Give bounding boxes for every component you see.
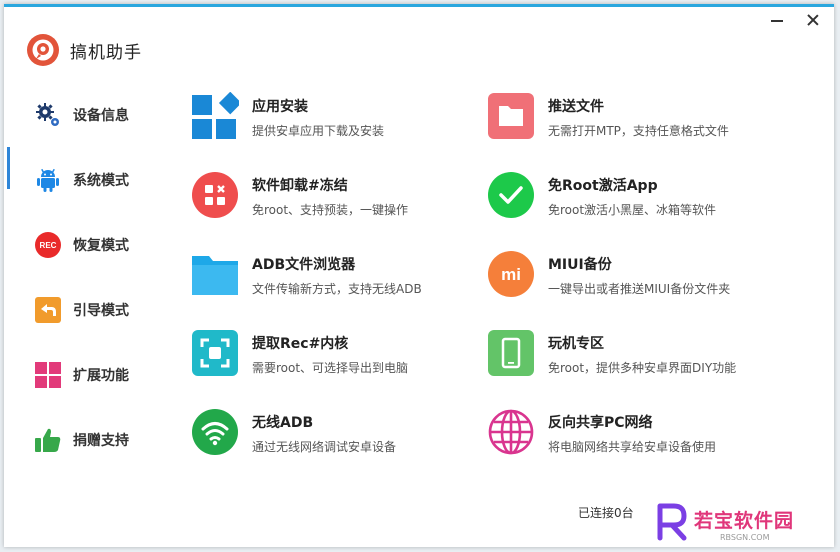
window-controls [770,13,820,27]
feature-reverse-tether[interactable]: 反向共享PC网络 将电脑网络共享给安卓设备使用 [486,407,776,467]
feature-desc: 免root，提供多种安卓界面DIY功能 [548,361,737,375]
feature-miui-backup[interactable]: mi MIUI备份 一键导出或者推送MIUI备份文件夹 [486,249,776,309]
sidebar-item-boot-mode[interactable]: 引导模式 [4,277,164,342]
sidebar-item-label: 引导模式 [73,302,129,319]
feature-title: 推送文件 [548,99,604,115]
feature-app-install[interactable]: 应用安装 提供安卓应用下载及安装 [190,91,480,151]
gear-icon [34,101,62,129]
thumbs-up-icon [34,426,62,454]
grid-icon [34,361,62,389]
feature-title: 提取Rec#内核 [252,336,349,352]
sidebar-item-label: 捐赠支持 [73,432,129,449]
feature-play-zone[interactable]: 玩机专区 免root，提供多种安卓界面DIY功能 [486,328,776,388]
file-browser-icon [190,249,240,299]
feature-desc: 提供安卓应用下载及安装 [252,124,385,138]
feature-adb-file-browser[interactable]: ADB文件浏览器 文件传输新方式，支持无线ADB [190,249,480,309]
feature-title: 无线ADB [252,415,314,431]
app-title: 搞机助手 [70,42,142,63]
feature-uninstall-freeze[interactable]: 软件卸载#冻结 免root、支持预装，一键操作 [190,170,480,230]
feature-desc: 无需打开MTP，支持任意格式文件 [548,124,729,138]
sidebar-item-system-mode[interactable]: 系统模式 [4,147,164,212]
feature-title: 反向共享PC网络 [548,415,653,431]
uninstall-icon [190,170,240,220]
watermark-logo-icon [657,503,687,541]
watermark: 若宝软件园 RBSGN.COM [656,502,826,544]
feature-desc: 通过无线网络调试安卓设备 [252,440,397,454]
feature-desc: 免root激活小黑屋、冰箱等软件 [548,203,717,217]
sidebar-item-label: 设备信息 [73,107,129,124]
app-install-icon [190,91,240,141]
feature-title: 软件卸载#冻结 [252,178,348,194]
feature-desc: 一键导出或者推送MIUI备份文件夹 [548,282,731,296]
connection-status: 已连接0台 [578,506,634,520]
wifi-icon [190,407,240,457]
rec-icon-text: REC [40,241,57,250]
watermark-sub: RBSGN.COM [720,533,770,542]
minimize-icon[interactable] [770,13,784,27]
feature-activate-app[interactable]: 免Root激活App 免root激活小黑屋、冰箱等软件 [486,170,776,230]
sidebar-item-recovery-mode[interactable]: REC 恢复模式 [4,212,164,277]
mi-icon-text: mi [501,265,521,284]
feature-desc: 免root、支持预装，一键操作 [252,203,409,217]
close-icon[interactable] [806,13,820,27]
rec-icon: REC [34,231,62,259]
feature-wireless-adb[interactable]: 无线ADB 通过无线网络调试安卓设备 [190,407,480,467]
phone-icon [486,328,536,378]
feature-title: 玩机专区 [548,336,604,352]
android-icon [34,166,62,194]
feature-push-file[interactable]: 推送文件 无需打开MTP，支持任意格式文件 [486,91,776,151]
app-header: 搞机助手 [26,33,142,67]
watermark-text: 若宝软件园 [694,510,795,532]
sidebar-item-label: 扩展功能 [73,367,129,384]
globe-icon [486,407,536,457]
app-logo-icon [27,34,59,66]
main-window: 搞机助手 设备信息 系统模式 REC 恢复模式 引导模式 扩展功能 捐赠支持 应… [4,4,834,547]
feature-title: 免Root激活App [548,178,658,194]
sidebar-item-donate[interactable]: 捐赠支持 [4,407,164,472]
feature-extract-rec-kernel[interactable]: 提取Rec#内核 需要root、可选择导出到电脑 [190,328,480,388]
sidebar-item-label: 系统模式 [73,172,129,189]
sidebar-item-label: 恢复模式 [73,237,129,254]
back-arrow-icon [34,296,62,324]
extract-icon [190,328,240,378]
feature-desc: 文件传输新方式，支持无线ADB [252,282,422,296]
feature-title: 应用安装 [252,99,308,115]
feature-title: ADB文件浏览器 [252,257,356,273]
sidebar: 设备信息 系统模式 REC 恢复模式 引导模式 扩展功能 捐赠支持 [4,82,164,472]
sidebar-item-extensions[interactable]: 扩展功能 [4,342,164,407]
feature-title: MIUI备份 [548,257,612,273]
mi-icon: mi [486,249,536,299]
folder-icon [486,91,536,141]
checkmark-icon [486,170,536,220]
feature-desc: 将电脑网络共享给安卓设备使用 [548,440,717,454]
feature-desc: 需要root、可选择导出到电脑 [252,361,409,375]
sidebar-item-device-info[interactable]: 设备信息 [4,82,164,147]
